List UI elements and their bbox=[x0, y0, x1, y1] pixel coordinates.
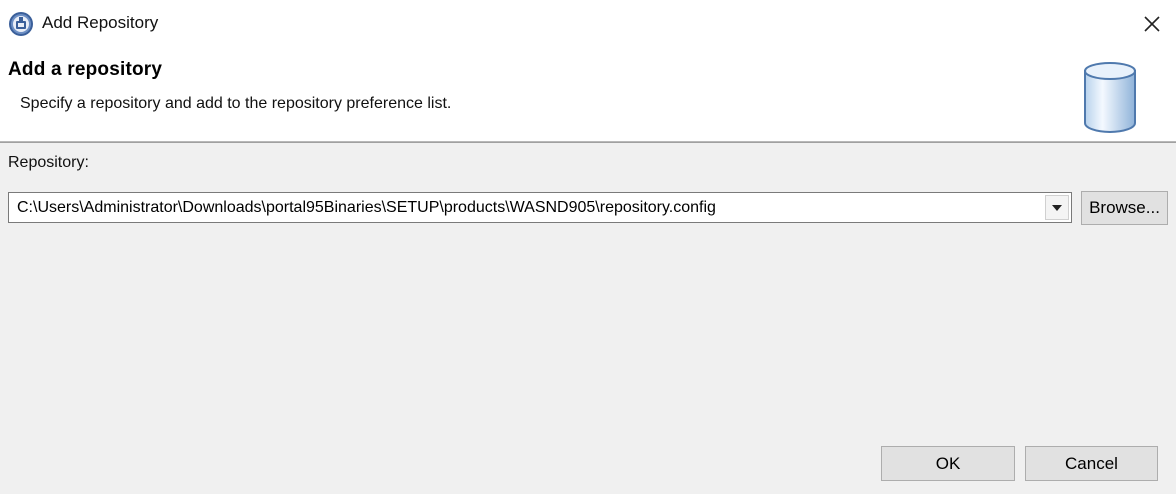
dialog-header: Add a repository Specify a repository an… bbox=[0, 47, 1176, 143]
repository-dropdown-button[interactable] bbox=[1045, 195, 1069, 220]
window-title: Add Repository bbox=[42, 13, 159, 32]
cancel-button[interactable]: Cancel bbox=[1025, 446, 1158, 481]
ok-button[interactable]: OK bbox=[881, 446, 1015, 481]
repository-input[interactable]: C:\Users\Administrator\Downloads\portal9… bbox=[9, 199, 1045, 217]
repository-cylinder-icon bbox=[1084, 62, 1136, 133]
header-description: Specify a repository and add to the repo… bbox=[20, 95, 452, 112]
close-button[interactable] bbox=[1136, 8, 1168, 40]
repository-combobox[interactable]: C:\Users\Administrator\Downloads\portal9… bbox=[8, 192, 1072, 223]
chevron-down-icon bbox=[1052, 204, 1062, 211]
header-title: Add a repository bbox=[8, 59, 163, 80]
title-bar: Add Repository bbox=[0, 0, 1176, 47]
repository-label: Repository: bbox=[8, 154, 89, 171]
installation-manager-icon bbox=[9, 12, 33, 36]
browse-button[interactable]: Browse... bbox=[1081, 191, 1168, 225]
close-icon bbox=[1144, 16, 1160, 32]
header-divider bbox=[0, 141, 1176, 142]
